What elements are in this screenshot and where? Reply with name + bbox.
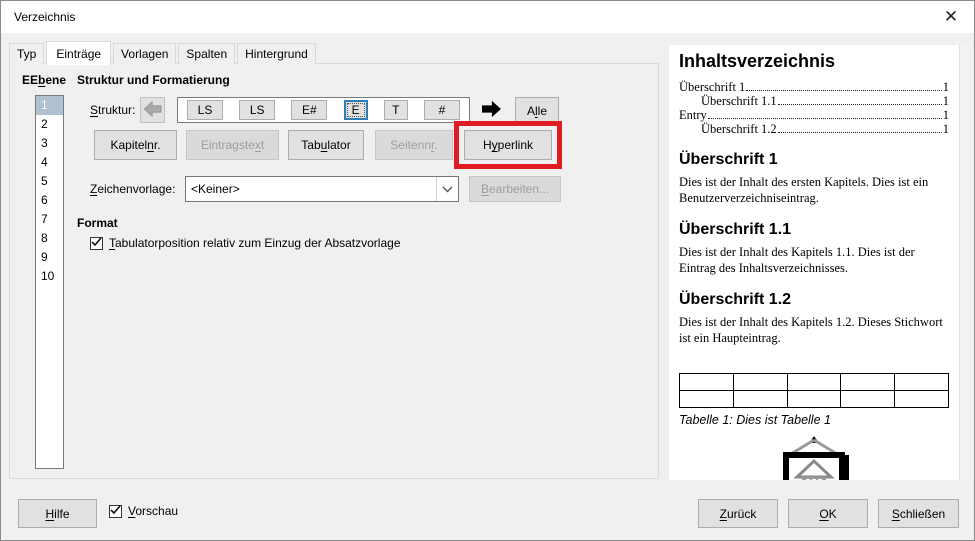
preview-pane: Inhaltsverzeichnis Überschrift 11 Übersc… (669, 45, 959, 480)
structure-label: Struktur: (90, 103, 136, 117)
level-item-2[interactable]: 2 (36, 115, 63, 134)
character-style-value: <Keiner> (191, 182, 240, 196)
level-listbox[interactable]: 1 2 3 4 5 6 7 8 9 10 (35, 95, 64, 469)
format-group-header: Format (77, 216, 118, 230)
title-bar: Verzeichnis ✕ (1, 1, 974, 33)
chevron-down-icon[interactable] (436, 177, 458, 201)
level-item-4[interactable]: 4 (36, 153, 63, 172)
preview-body-1: Dies ist der Inhalt des ersten Kapitels.… (679, 175, 929, 205)
checkmark-icon (91, 236, 102, 250)
toc-entry: Überschrift 1.1 1 (701, 94, 949, 108)
dotted-leader (746, 90, 942, 91)
index-dialog: Verzeichnis ✕ Typ Einträge Vorlagen Spal… (0, 0, 975, 541)
scroll-left-button (140, 97, 165, 123)
entry-text-button: Eintragstext (186, 130, 279, 160)
tab-strip: Typ Einträge Vorlagen Spalten Hintergrun… (9, 41, 316, 65)
page-number-button: Seitennr. (375, 130, 453, 160)
tab-position-relative-row: Tabulatorposition relativ zum Einzug der… (90, 236, 401, 250)
checkmark-icon (110, 504, 121, 518)
level-item-5[interactable]: 5 (36, 172, 63, 191)
level-item-10[interactable]: 10 (36, 267, 63, 286)
token-chapter-number[interactable]: E# (291, 100, 328, 120)
tab-hintergrund[interactable]: Hintergrund (237, 43, 316, 64)
back-button[interactable]: Zurück (698, 499, 778, 528)
preview-table (679, 373, 949, 408)
token-page-number[interactable]: # (423, 100, 460, 120)
level-item-3[interactable]: 3 (36, 134, 63, 153)
token-link-end[interactable]: LS (239, 100, 276, 120)
all-levels-button[interactable]: Alle (515, 97, 559, 124)
tab-stop-button[interactable]: Tabulator (288, 130, 364, 160)
level-item-6[interactable]: 6 (36, 191, 63, 210)
dotted-leader (777, 104, 942, 105)
hyperlink-highlight-box: Hyperlink (454, 121, 562, 169)
entries-tab-page: EEEEbene 1 2 3 4 5 6 7 8 9 10 Struktur u… (9, 63, 659, 479)
preview-heading-1-2: Überschrift 1.2 (679, 291, 792, 308)
close-button[interactable]: ✕ (928, 1, 974, 33)
tab-vorlagen[interactable]: Vorlagen (113, 43, 177, 64)
preview-toc-title: Inhaltsverzeichnis (679, 51, 836, 71)
preview-checkbox[interactable] (109, 504, 122, 518)
framed-house-picture (679, 435, 949, 480)
level-label: EEEEbene (22, 73, 67, 87)
window-title: Verzeichnis (14, 10, 76, 24)
chapter-number-button[interactable]: Kapitelnr. (94, 130, 177, 160)
tab-eintraege[interactable]: Einträge (46, 41, 112, 65)
preview-scrollbar[interactable] (959, 45, 969, 480)
token-tab-stop[interactable]: T (383, 100, 408, 120)
preview-body-1-1: Dies ist der Inhalt des Kapitels 1.1. Di… (679, 245, 915, 275)
tab-spalten[interactable]: Spalten (178, 43, 236, 64)
preview-table-caption: Tabelle 1: Dies ist Tabelle 1 (679, 413, 831, 427)
preview-body-1-2: Dies ist der Inhalt des Kapitels 1.2. Di… (679, 315, 943, 345)
tab-position-relative-label: Tabulatorposition relativ zum Einzug der… (109, 236, 401, 250)
preview-toggle-label: Vorschau (128, 504, 179, 518)
character-style-combobox[interactable]: <Keiner> (185, 176, 459, 202)
scroll-right-button[interactable] (478, 98, 504, 122)
edit-style-button: Bearbeiten... (469, 176, 561, 202)
token-link-start[interactable]: LS (187, 100, 223, 120)
help-button[interactable]: Hilfe (18, 499, 97, 528)
preview-heading-1-1: Überschrift 1.1 (679, 221, 792, 238)
level-item-7[interactable]: 7 (36, 210, 63, 229)
level-item-9[interactable]: 9 (36, 248, 63, 267)
arrow-left-icon (143, 100, 162, 120)
tab-typ[interactable]: Typ (9, 43, 45, 64)
toc-entry: Überschrift 11 (679, 80, 949, 94)
preview-toc: Überschrift 11 Überschrift 1.1 1 Entry 1 Ü… (679, 80, 949, 136)
structure-token-strip[interactable]: LS LS E# E T # (177, 97, 470, 123)
structure-group-header: Struktur und Formatierung (77, 73, 230, 87)
toc-entry: Überschrift 1.2 1 (701, 122, 949, 136)
preview-toggle-row: Vorschau (109, 504, 178, 518)
close-icon: ✕ (943, 7, 959, 26)
character-style-label: Zeichenvorlage: (90, 182, 176, 196)
arrow-right-icon (480, 100, 502, 121)
hyperlink-button[interactable]: Hyperlink (464, 130, 552, 160)
level-item-1[interactable]: 1 (36, 96, 63, 115)
ok-button[interactable]: OK (788, 499, 868, 528)
toc-entry: Entry 1 (679, 108, 949, 122)
close-dialog-button[interactable]: Schließen (878, 499, 959, 528)
preview-heading-1: Überschrift 1 (679, 151, 778, 168)
level-item-8[interactable]: 8 (36, 229, 63, 248)
token-entry-text-selected[interactable]: E (343, 100, 368, 120)
dotted-leader (777, 132, 942, 133)
tab-position-relative-checkbox[interactable] (90, 236, 103, 250)
dotted-leader (707, 118, 942, 119)
